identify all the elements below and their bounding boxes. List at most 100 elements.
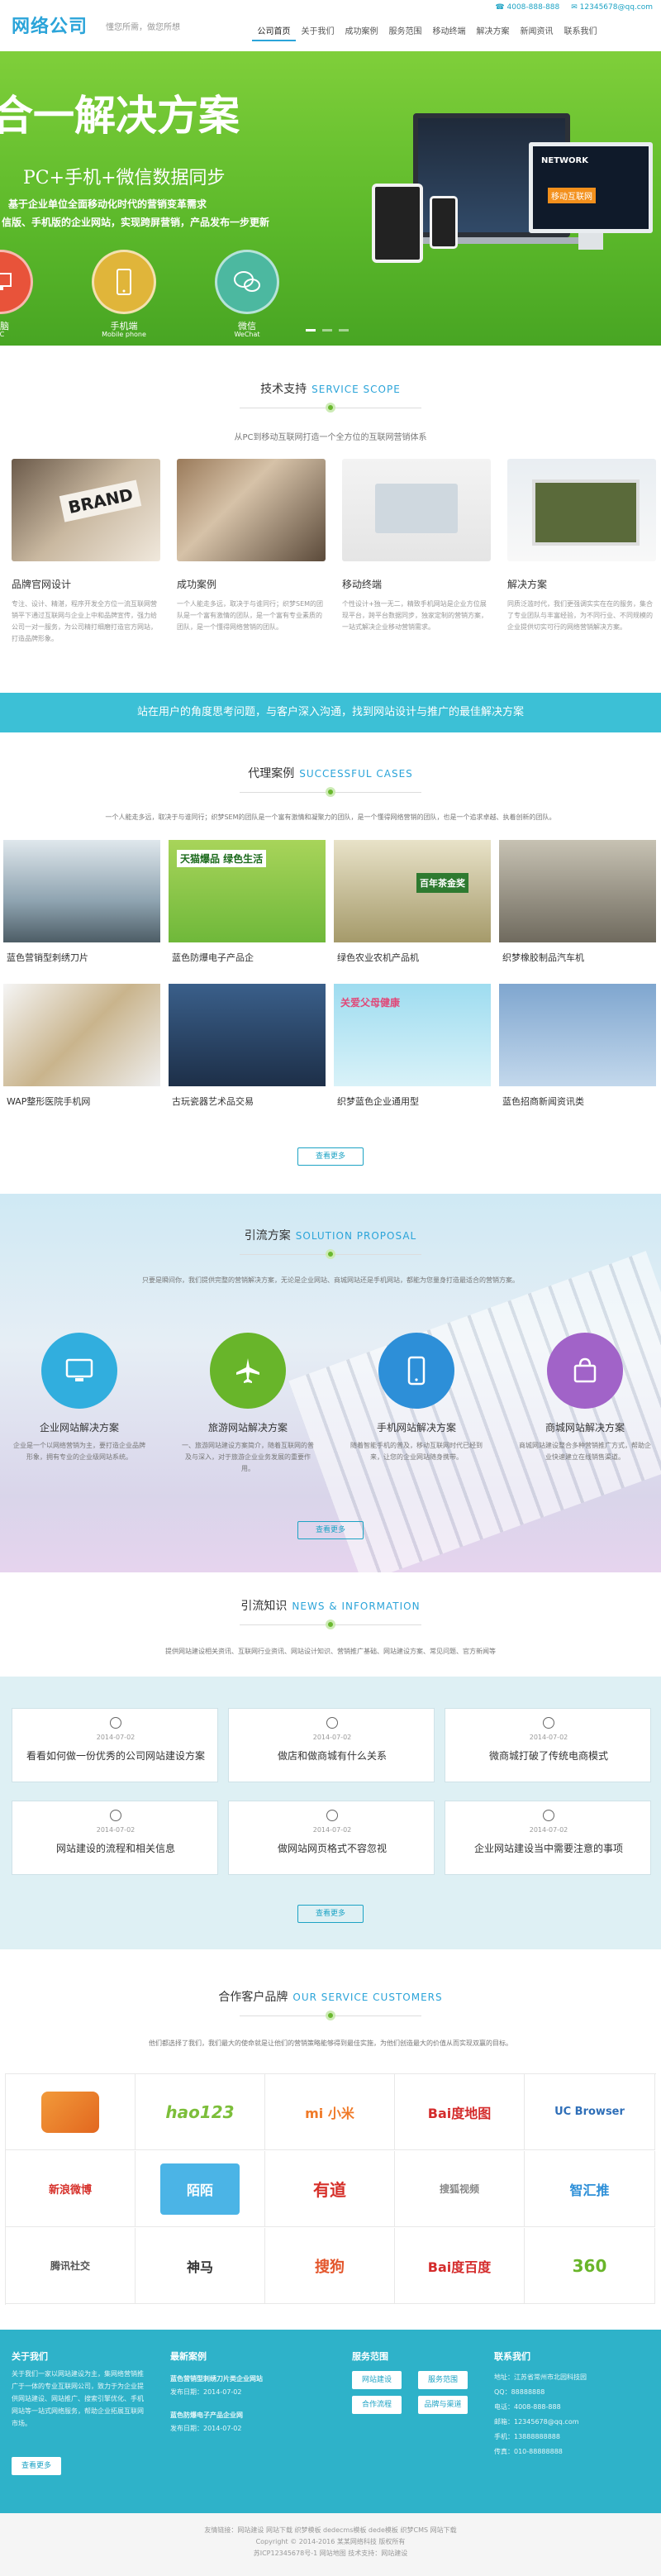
main-nav: 公司首页 关于我们 成功案例 服务范围 移动终端 解决方案 新闻资讯 联系我们 (252, 23, 602, 41)
travel-circle[interactable] (210, 1333, 286, 1409)
case-label[interactable]: 古玩瓷器艺术品交易 (172, 1095, 254, 1108)
customer-logo-weibo[interactable]: 新浪微博 (6, 2151, 136, 2227)
tech-item-title[interactable]: 品牌官网设计 (12, 577, 71, 591)
mall-circle[interactable] (547, 1333, 623, 1409)
footer-news-item[interactable]: 蓝色营销型刺绣刀片类企业网站 (170, 2373, 263, 2385)
case-image[interactable]: 天猫爆品 绿色生活 (169, 840, 326, 942)
case-image[interactable]: 百年茶金奖 (334, 840, 491, 942)
case-label[interactable]: WAP整形医院手机网 (7, 1095, 90, 1108)
nav-services[interactable]: 服务范围 (383, 23, 427, 41)
news-card[interactable]: 2014-07-02 做店和做商城有什么关系 (228, 1708, 435, 1782)
pc-label-en: PC (0, 331, 5, 338)
site-logo[interactable]: 网络公司 (12, 12, 88, 38)
solutions-image[interactable] (507, 459, 656, 561)
case-label[interactable]: 绿色农业农机产品机 (337, 951, 419, 964)
news-title[interactable]: 做网站网页格式不容忽视 (229, 1841, 435, 1855)
footer-about-title: 关于我们 (12, 2351, 48, 2362)
news-card[interactable]: 2014-07-02 网站建设的流程和相关信息 (12, 1801, 218, 1875)
slider-dot-3[interactable] (339, 329, 349, 332)
case-label[interactable]: 蓝色防爆电子产品企 (172, 951, 254, 964)
nav-news[interactable]: 新闻资讯 (515, 23, 559, 41)
news-title[interactable]: 网站建设的流程和相关信息 (12, 1841, 219, 1855)
site-slogan: 懂您所需，做您所想 (106, 23, 180, 32)
customer-logo-sogou[interactable]: 搜狗 (265, 2228, 395, 2304)
news-title[interactable]: 看看如何做一份优秀的公司网站建设方案 (12, 1748, 219, 1763)
mobile-phone-icon (117, 269, 131, 295)
cases-image[interactable] (177, 459, 326, 561)
news-title[interactable]: 企业网站建设当中需要注意的事项 (445, 1841, 652, 1855)
case-image[interactable] (499, 840, 656, 942)
customer-logo-sohu-video[interactable]: 搜狐视频 (395, 2151, 525, 2227)
knowledge-divider-dot (326, 1620, 335, 1629)
nav-about[interactable]: 关于我们 (296, 23, 340, 41)
solution-text: 商城网站建设整合多种营销推广方式，帮助企业快速建立在线销售渠道。 (519, 1442, 651, 1461)
cases-desc: 一个人能走多远，取决于与谁同行；织梦SEM的团队是一个富有激情和凝聚力的团队，是… (105, 813, 556, 821)
customer-logo-baidu[interactable]: Bai度百度 (395, 2228, 525, 2304)
solution-title[interactable]: 手机网站解决方案 (350, 1420, 483, 1434)
case-image[interactable] (3, 984, 160, 1086)
news-title[interactable]: 微商城打破了传统电商模式 (445, 1748, 652, 1763)
customer-logo-baidu-map[interactable]: Bai度地图 (395, 2074, 525, 2150)
tech-item-title[interactable]: 解决方案 (507, 577, 547, 591)
footer-about-more-button[interactable]: 查看更多 (12, 2457, 61, 2475)
mobile-site-circle[interactable] (378, 1333, 454, 1409)
case-label[interactable]: 织梦蓝色企业通用型 (337, 1095, 419, 1108)
case-image[interactable] (499, 984, 656, 1086)
nav-solutions[interactable]: 解决方案 (471, 23, 515, 41)
mobile-terminal-image[interactable] (342, 459, 491, 561)
case-label[interactable]: 织梦橡胶制品汽车机 (502, 951, 584, 964)
news-date: 2014-07-02 (312, 1734, 352, 1741)
nav-home[interactable]: 公司首页 (252, 23, 296, 41)
news-card[interactable]: 2014-07-02 看看如何做一份优秀的公司网站建设方案 (12, 1708, 218, 1782)
brand-design-image[interactable]: BRAND (12, 459, 160, 561)
nav-contact[interactable]: 联系我们 (559, 23, 602, 41)
phone-mockup (430, 196, 458, 249)
enterprise-circle[interactable] (41, 1333, 117, 1409)
nav-mobile[interactable]: 移动终端 (427, 23, 471, 41)
friend-links[interactable]: 友情链接：网站建设 网站下载 织梦模板 dedecms模板 dede模板 织梦C… (0, 2525, 661, 2536)
news-card[interactable]: 2014-07-02 微商城打破了传统电商模式 (445, 1708, 651, 1782)
news-date: 2014-07-02 (96, 1734, 136, 1741)
customer-logo-ucbrowser[interactable]: UC Browser (525, 2074, 655, 2150)
customers-section-title: 合作客户品牌 OUR SERVICE CUSTOMERS (218, 1991, 443, 2004)
slogan-band: 站在用户的角度思考问题，与客户深入沟通，找到网站设计与推广的最佳解决方案 (0, 693, 661, 732)
news-date: 2014-07-02 (312, 1826, 352, 1834)
cases-more-button[interactable]: 查看更多 (297, 1147, 364, 1166)
case-label[interactable]: 蓝色招商新闻资讯类 (502, 1095, 584, 1108)
knowledge-more-button[interactable]: 查看更多 (297, 1905, 364, 1923)
case-label[interactable]: 蓝色营销型刺绣刀片 (7, 951, 88, 964)
footer-news-item[interactable]: 蓝色防爆电子产品企业网 (170, 2409, 243, 2421)
customer-logo-xiaomi[interactable]: mi 小米 (265, 2074, 395, 2150)
footer-service-button[interactable]: 网站建设 (352, 2371, 402, 2389)
banner-desc-1: 基于企业单位全面移动化时代的营销变革需求 (8, 198, 207, 210)
footer-contact-mobile: 手机：13888888888 (494, 2433, 560, 2440)
customer-logo-youdao[interactable]: 有道 (265, 2151, 395, 2227)
news-card[interactable]: 2014-07-02 企业网站建设当中需要注意的事项 (445, 1801, 651, 1875)
news-title[interactable]: 做店和做商城有什么关系 (229, 1748, 435, 1763)
customer-logo-360[interactable]: 360 (525, 2228, 655, 2304)
customer-logo-hao123[interactable]: hao123 (136, 2074, 265, 2150)
customer-logo-paw[interactable] (6, 2074, 136, 2150)
solution-title[interactable]: 企业网站解决方案 (13, 1420, 145, 1434)
solutions-more-button[interactable]: 查看更多 (297, 1521, 364, 1539)
slider-dot-2[interactable] (322, 329, 332, 332)
case-image[interactable]: 关爱父母健康 (334, 984, 491, 1086)
nav-cases[interactable]: 成功案例 (340, 23, 383, 41)
news-card[interactable]: 2014-07-02 做网站网页格式不容忽视 (228, 1801, 435, 1875)
footer-news-meta: 发布日期：2014-07-02 (170, 2425, 242, 2432)
footer-service-button[interactable]: 服务范围 (418, 2371, 468, 2389)
solution-title[interactable]: 旅游网站解决方案 (182, 1420, 314, 1434)
tech-item-title[interactable]: 成功案例 (177, 577, 216, 591)
case-image[interactable] (169, 984, 326, 1086)
footer-service-button[interactable]: 品牌与渠道 (418, 2396, 468, 2414)
tech-item-title[interactable]: 移动终端 (342, 577, 382, 591)
customer-logo-zhihuitui[interactable]: 智汇推 (525, 2151, 655, 2227)
customer-logo-tencent[interactable]: 腾讯社交 (6, 2228, 136, 2304)
slider-dot-1[interactable] (306, 329, 316, 332)
footer-service-button[interactable]: 合作流程 (352, 2396, 402, 2414)
customer-logo-momo[interactable]: 陌陌 (136, 2151, 265, 2227)
case-image[interactable] (3, 840, 160, 942)
customer-logo-shenma[interactable]: 神马 (136, 2228, 265, 2304)
solution-text: 随着智能手机的普及，移动互联网时代已经到来，让您的企业网站随身携带。 (350, 1442, 483, 1461)
solution-title[interactable]: 商城网站解决方案 (519, 1420, 651, 1434)
